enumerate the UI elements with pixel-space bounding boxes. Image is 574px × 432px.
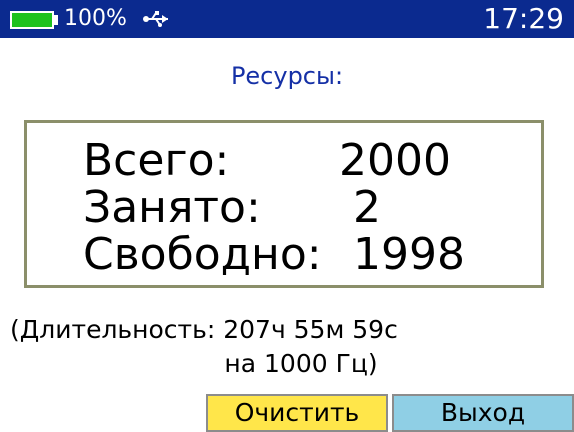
total-value: 2000 bbox=[339, 135, 451, 186]
status-bar: 100% 17:29 bbox=[0, 0, 574, 38]
duration-line-2: на 1000 Гц) bbox=[224, 349, 378, 378]
used-value: 2 bbox=[353, 182, 381, 233]
total-row: Всего: 2000 bbox=[27, 136, 541, 186]
clock: 17:29 bbox=[483, 2, 564, 35]
clear-button[interactable]: Очистить bbox=[206, 394, 388, 432]
battery-icon bbox=[10, 11, 54, 29]
battery-percent: 100% bbox=[64, 6, 127, 31]
free-label: Свободно: bbox=[83, 229, 322, 280]
used-row: Занято: 2 bbox=[27, 183, 541, 233]
device-screen: 100% 17:29 Ресурсы: Всего: 2000 Занято: … bbox=[0, 0, 574, 432]
used-label: Занято: bbox=[83, 182, 261, 233]
duration-line-1: (Длительность: 207ч 55м 59с bbox=[10, 315, 398, 344]
usb-icon bbox=[143, 11, 168, 27]
battery-level-fill bbox=[12, 13, 52, 27]
total-label: Всего: bbox=[83, 135, 230, 186]
resources-panel: Всего: 2000 Занято: 2 Свободно: 1998 bbox=[24, 120, 544, 288]
exit-button[interactable]: Выход bbox=[392, 394, 574, 432]
free-row: Свободно: 1998 bbox=[27, 230, 541, 280]
free-value: 1998 bbox=[353, 229, 465, 280]
page-title: Ресурсы: bbox=[230, 62, 344, 90]
battery-tip bbox=[54, 15, 58, 25]
